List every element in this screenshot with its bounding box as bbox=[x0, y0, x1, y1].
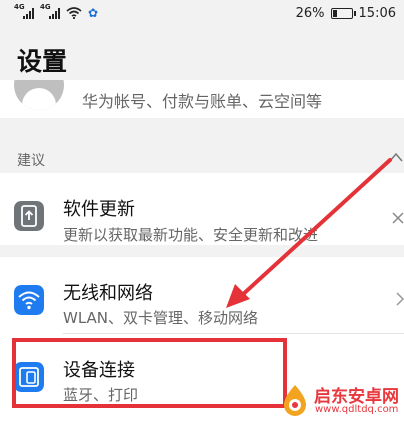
watermark-url: www.qdltdq.com bbox=[315, 404, 399, 415]
annotation-arrow bbox=[226, 158, 392, 308]
watermark-logo-icon bbox=[284, 385, 306, 416]
watermark: 启东安卓网 www.qdltdq.com bbox=[277, 376, 404, 421]
